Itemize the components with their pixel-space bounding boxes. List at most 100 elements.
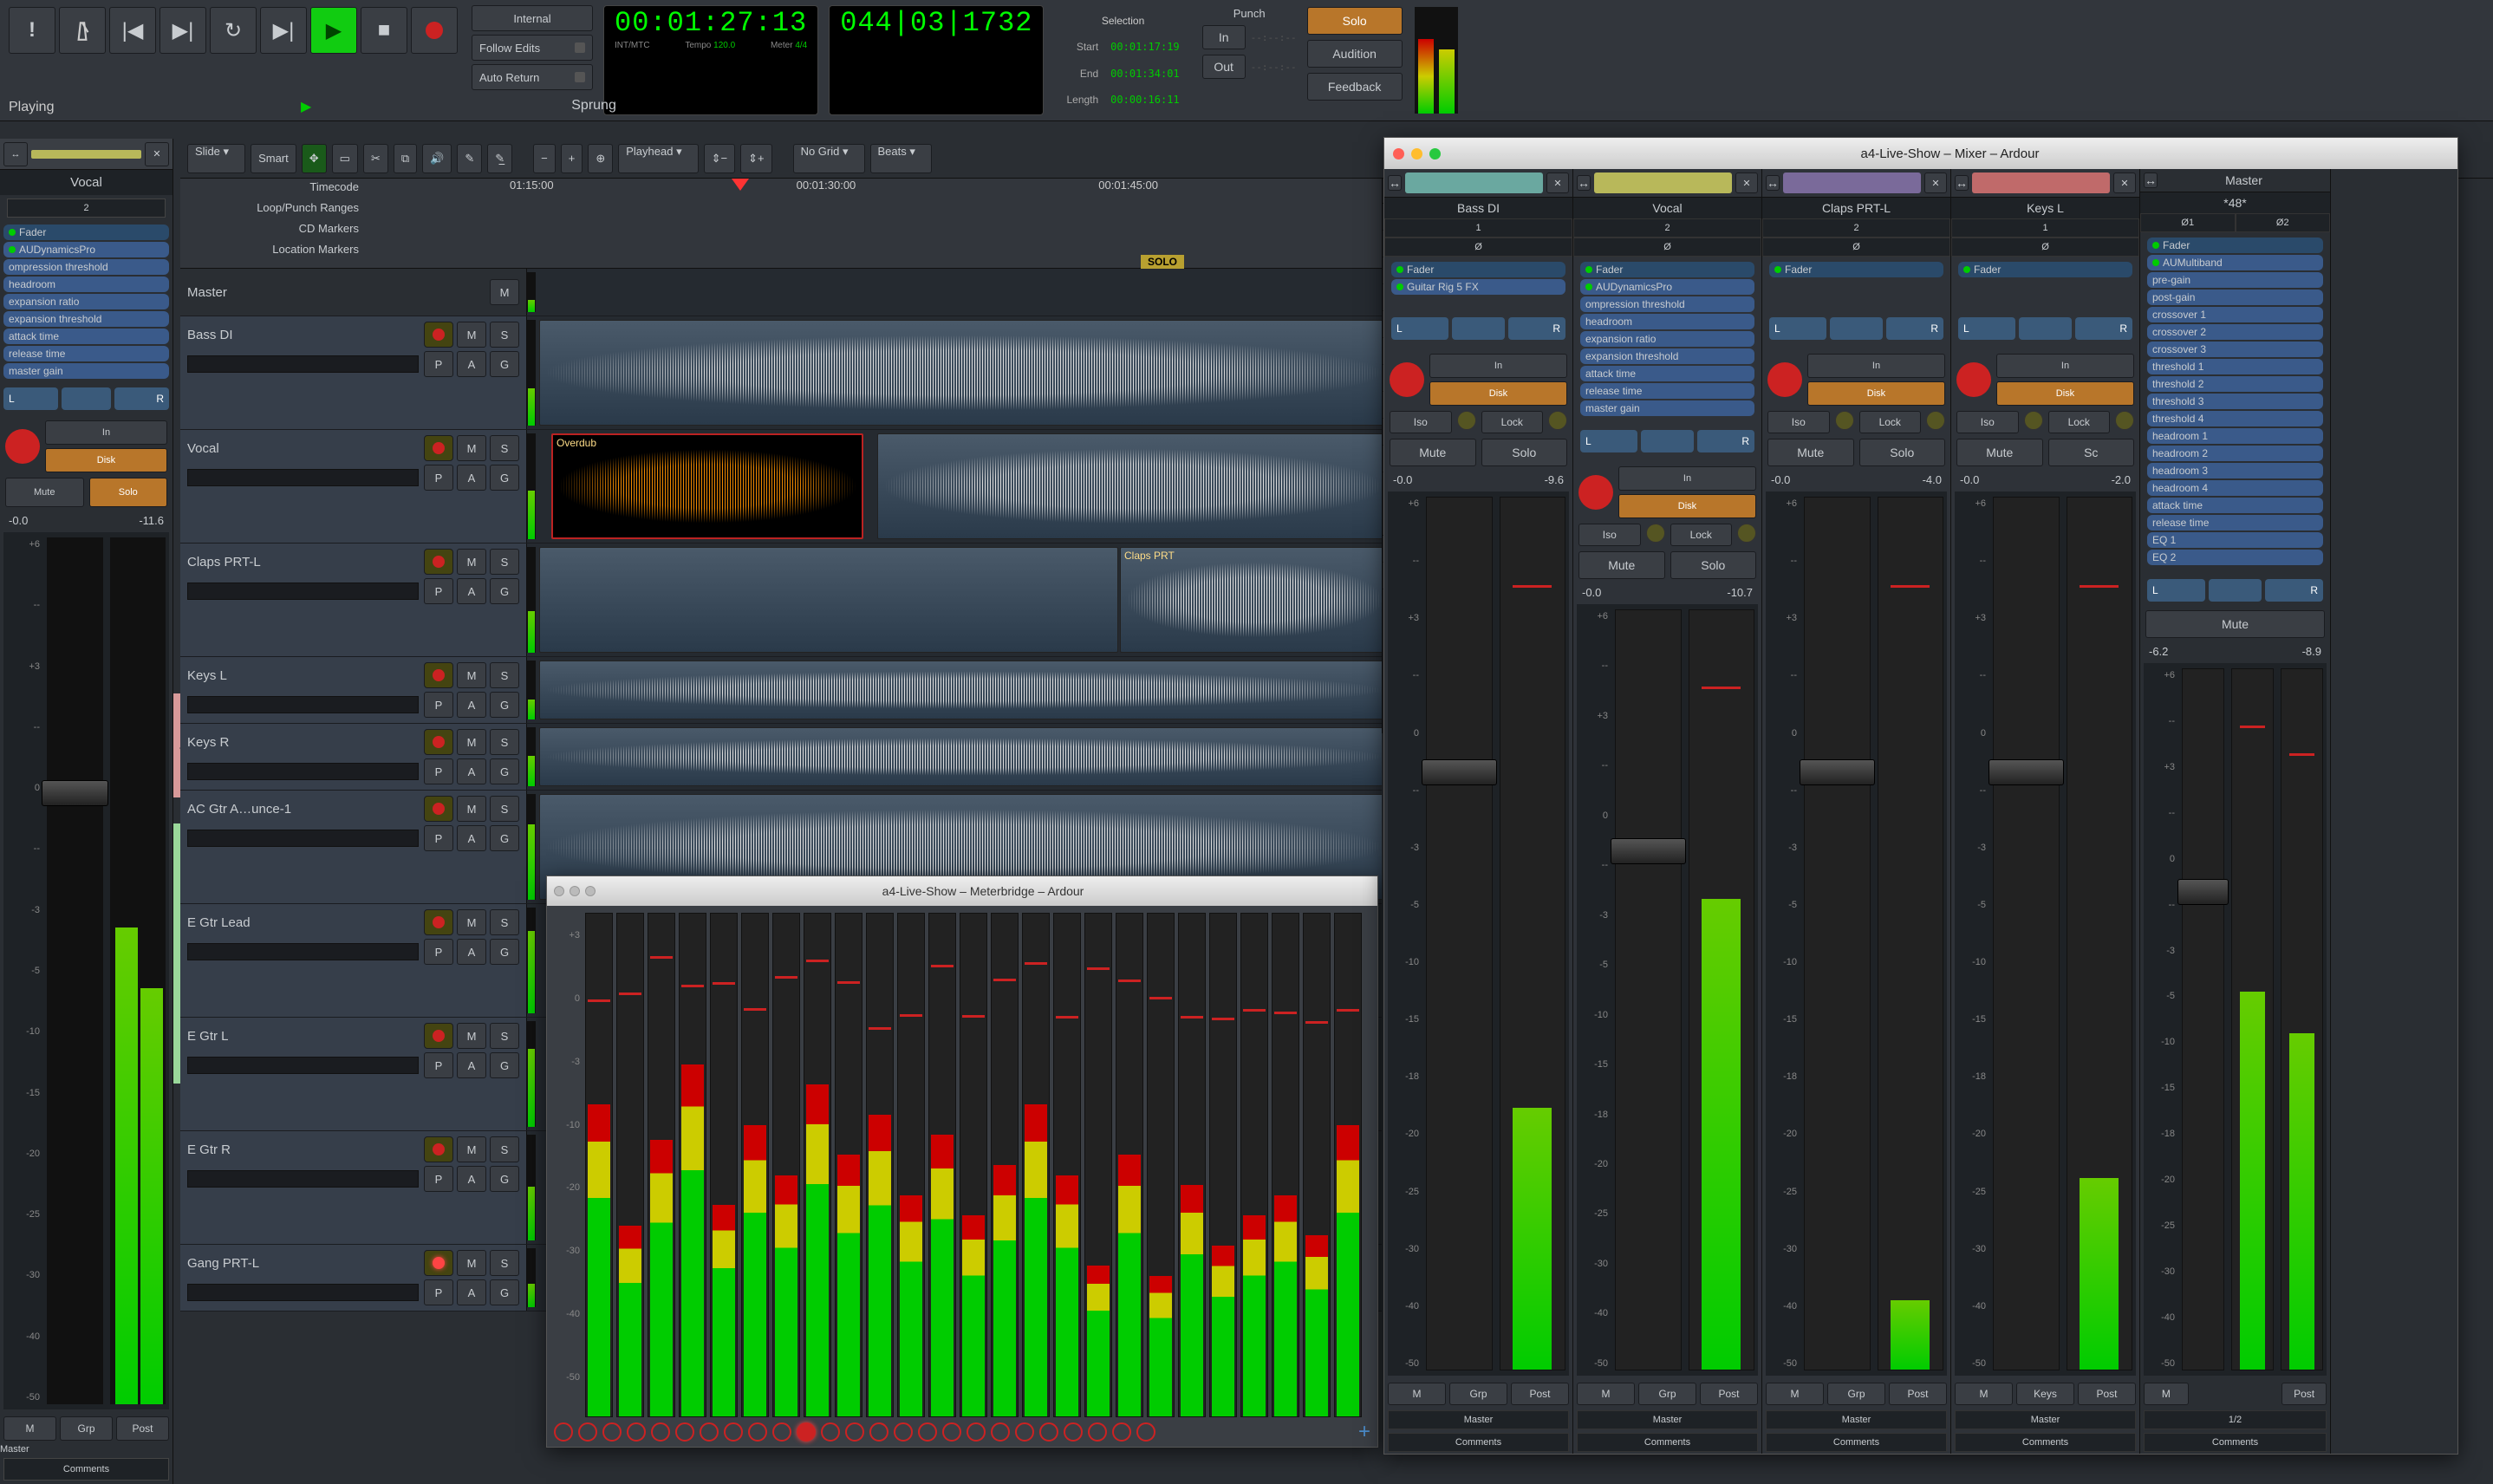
monitor-in[interactable]: In	[1429, 354, 1567, 378]
pan-l[interactable]: L	[1769, 317, 1826, 340]
track-rec[interactable]	[424, 909, 453, 935]
meter-rec-button[interactable]	[797, 1422, 816, 1442]
track-mute[interactable]: M	[457, 435, 486, 461]
ch-gain[interactable]: -0.0	[1393, 473, 1412, 486]
track-name[interactable]: AC Gtr A…unce-1	[187, 802, 291, 817]
track-name[interactable]: Vocal	[187, 441, 219, 456]
meter-rec-button[interactable]	[845, 1422, 864, 1442]
peak-readout[interactable]: -11.6	[139, 514, 164, 527]
ch-name[interactable]: Claps PRT-L	[1762, 198, 1950, 218]
lock-button[interactable]: Lock	[1481, 411, 1544, 433]
track-automation[interactable]: A	[457, 825, 486, 851]
ch-comments[interactable]: Comments	[1388, 1433, 1569, 1452]
pan-slider[interactable]	[1452, 317, 1504, 340]
ch-inputs[interactable]: 2	[1573, 218, 1761, 238]
track-automation[interactable]: A	[457, 578, 486, 604]
track-group[interactable]: G	[490, 465, 519, 491]
iso-button[interactable]: Iso	[1390, 411, 1452, 433]
track-automation[interactable]: A	[457, 1279, 486, 1305]
secondary-clock[interactable]: 044|03|1732	[829, 5, 1044, 115]
ch-solo[interactable]: Solo	[1481, 439, 1568, 466]
ch-peak[interactable]: -10.7	[1727, 586, 1753, 599]
strip-m-button[interactable]: M	[3, 1416, 56, 1441]
track-mute[interactable]: M	[457, 729, 486, 755]
lock-button[interactable]: Lock	[2048, 411, 2111, 433]
plugin-row[interactable]: threshold 2	[2147, 376, 2323, 392]
ch-color[interactable]	[1594, 172, 1732, 193]
track-solo[interactable]: S	[490, 909, 519, 935]
plugin-row[interactable]: expansion threshold	[1580, 348, 1754, 364]
track-name[interactable]: Keys L	[187, 668, 227, 683]
audition-alert-button[interactable]: Audition	[1307, 40, 1403, 68]
track-group[interactable]: G	[490, 1052, 519, 1078]
ch-mute[interactable]: Mute	[1767, 439, 1854, 466]
post-btn[interactable]: Post	[2078, 1383, 2136, 1405]
track-solo[interactable]: S	[490, 1136, 519, 1162]
ch-rec[interactable]	[1767, 362, 1802, 397]
ch-output[interactable]: Master	[1766, 1410, 1947, 1429]
track-group[interactable]: G	[490, 578, 519, 604]
pan-left[interactable]: L	[3, 387, 58, 410]
playhead-marker[interactable]	[732, 179, 749, 191]
ch-close[interactable]: ✕	[2113, 172, 2136, 193]
plugin-row[interactable]: headroom 3	[2147, 463, 2323, 478]
ch-rec[interactable]	[1956, 362, 1991, 397]
plugin-row[interactable]: release time	[3, 346, 169, 361]
stop-button[interactable]: ■	[361, 7, 407, 54]
record-button[interactable]	[411, 7, 458, 54]
snap-select[interactable]: Beats ▾	[870, 144, 932, 173]
track-rec[interactable]	[424, 322, 453, 348]
track-playlist[interactable]: P	[424, 825, 453, 851]
track-automation[interactable]: A	[457, 1052, 486, 1078]
ch-inputs[interactable]: 1	[1951, 218, 2139, 238]
grp-btn[interactable]: Keys	[2016, 1383, 2074, 1405]
iso-button[interactable]: Iso	[1767, 411, 1830, 433]
ch-inputs[interactable]: 1	[1384, 218, 1572, 238]
strip-output-route[interactable]: Master	[0, 1444, 172, 1455]
ch-fader[interactable]	[1804, 497, 1871, 1370]
follow-edits-button[interactable]: Follow Edits	[472, 35, 593, 61]
track-automation[interactable]: A	[457, 939, 486, 965]
play-range-button[interactable]: ▶|	[260, 7, 307, 54]
monitor-in[interactable]: In	[1996, 354, 2134, 378]
track-name[interactable]: Gang PRT-L	[187, 1256, 259, 1271]
pan-l[interactable]: L	[1580, 430, 1637, 452]
gain-readout[interactable]: -0.0	[9, 514, 28, 527]
track-color-swatch[interactable]	[31, 150, 141, 159]
play-button[interactable]: ▶	[310, 7, 357, 54]
monitor-disk[interactable]: Disk	[1807, 381, 1945, 406]
audio-region[interactable]: Overdub	[551, 433, 863, 539]
pan-l[interactable]: L	[1391, 317, 1448, 340]
track-rec[interactable]	[424, 435, 453, 461]
goto-start-button[interactable]: |◀	[109, 7, 156, 54]
track-name[interactable]: Bass DI	[187, 328, 233, 342]
track-mute[interactable]: M	[457, 1136, 486, 1162]
ch-width[interactable]: ↔	[1388, 175, 1402, 191]
plugin-row[interactable]: expansion ratio	[1580, 331, 1754, 347]
plugin-row[interactable]: AUMultiband	[2147, 255, 2323, 270]
meter-rec-button[interactable]	[578, 1422, 597, 1442]
ch-width[interactable]: ↔	[1766, 175, 1780, 191]
location-marker-solo[interactable]: SOLO	[1141, 255, 1184, 269]
strip-comments[interactable]: Comments	[3, 1458, 169, 1481]
ruler-cd-label[interactable]: CD Markers	[186, 222, 359, 235]
meter-rec-button[interactable]	[1112, 1422, 1131, 1442]
track-rec[interactable]	[424, 729, 453, 755]
track-name[interactable]: E Gtr Lead	[187, 915, 251, 930]
ch-rec[interactable]	[1390, 362, 1424, 397]
audio-region[interactable]	[539, 727, 1382, 786]
ruler-loop-label[interactable]: Loop/Punch Ranges	[186, 201, 359, 214]
track-solo[interactable]: S	[490, 435, 519, 461]
plugin-row[interactable]: master gain	[3, 363, 169, 379]
track-playlist[interactable]: P	[424, 758, 453, 784]
track-name[interactable]: E Gtr R	[187, 1142, 231, 1157]
plugin-row[interactable]: AUDynamicsPro	[1580, 279, 1754, 295]
meter-rec-button[interactable]	[772, 1422, 791, 1442]
ch-comments[interactable]: Comments	[1955, 1433, 2136, 1452]
pan-slider[interactable]	[1641, 430, 1693, 452]
draw-tool[interactable]: ✎	[457, 144, 482, 173]
track-rec[interactable]	[424, 662, 453, 688]
track-solo[interactable]: S	[490, 1250, 519, 1276]
track-mute[interactable]: M	[457, 1023, 486, 1049]
meter-rec-button[interactable]	[724, 1422, 743, 1442]
